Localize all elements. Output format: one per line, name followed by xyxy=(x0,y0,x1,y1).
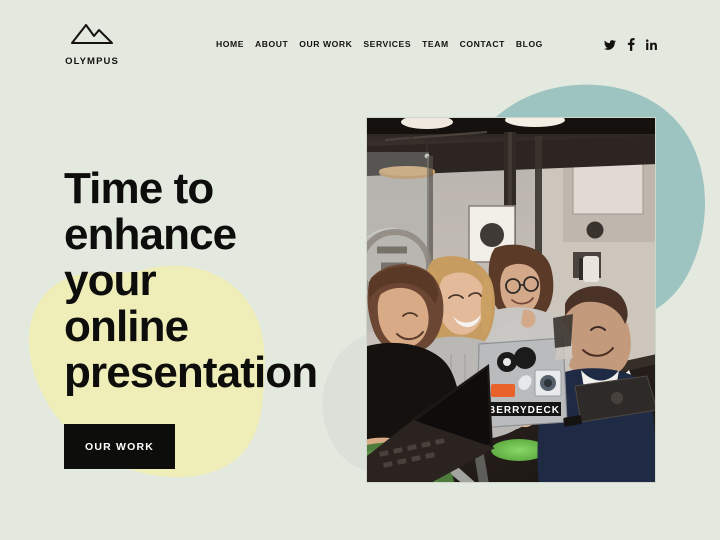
main-navigation: HOME ABOUT OUR WORK SERVICES TEAM CONTAC… xyxy=(216,39,543,49)
linkedin-icon[interactable] xyxy=(646,39,657,50)
nav-item-home[interactable]: HOME xyxy=(216,39,244,49)
team-collaboration-photo: BERRYDECK xyxy=(366,117,656,483)
photo-illustration: BERRYDECK xyxy=(367,118,655,482)
social-links xyxy=(604,38,657,51)
site-header: OLYMPUS HOME ABOUT OUR WORK SERVICES TEA… xyxy=(0,0,720,90)
our-work-cta-button[interactable]: OUR WORK xyxy=(64,424,175,469)
headline-line-2: enhance your xyxy=(64,210,237,305)
nav-item-contact[interactable]: CONTACT xyxy=(460,39,505,49)
nav-item-our-work[interactable]: OUR WORK xyxy=(299,39,352,49)
headline-line-4: presentation xyxy=(64,348,318,397)
brand-logo[interactable]: OLYMPUS xyxy=(62,20,122,67)
headline-line-1: Time to xyxy=(64,164,214,213)
facebook-icon[interactable] xyxy=(627,38,635,51)
nav-item-about[interactable]: ABOUT xyxy=(255,39,288,49)
hero-headline: Time to enhance your online presentation xyxy=(64,166,334,396)
mountain-icon xyxy=(69,20,115,51)
nav-item-services[interactable]: SERVICES xyxy=(363,39,411,49)
twitter-icon[interactable] xyxy=(604,39,616,51)
svg-text:BERRYDECK: BERRYDECK xyxy=(488,405,560,416)
nav-item-team[interactable]: TEAM xyxy=(422,39,449,49)
headline-line-3: online xyxy=(64,302,189,351)
brand-name: OLYMPUS xyxy=(65,56,119,67)
hero-section: Time to enhance your online presentation… xyxy=(64,166,334,469)
nav-item-blog[interactable]: BLOG xyxy=(516,39,543,49)
